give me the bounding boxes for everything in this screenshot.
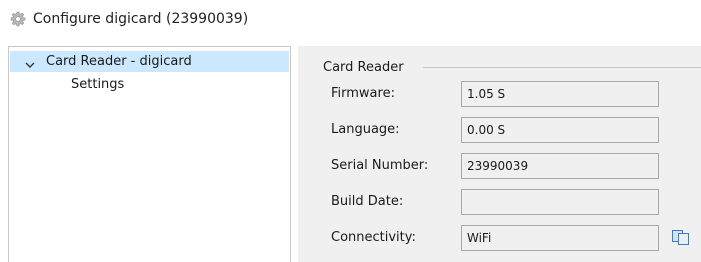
window-title-bar: Configure digicard (23990039): [10, 8, 248, 30]
firmware-field[interactable]: 1.05 S: [461, 81, 659, 107]
gear-icon: [10, 11, 26, 27]
build-date-field[interactable]: [461, 189, 659, 215]
settings-panel: Card Reader Firmware: 1.05 S Language: 0…: [298, 46, 701, 262]
serial-number-field[interactable]: 23990039: [461, 153, 659, 179]
connectivity-field[interactable]: WiFi: [461, 225, 659, 251]
serial-number-label: Serial Number:: [331, 158, 429, 173]
group-label-card-reader: Card Reader: [323, 60, 410, 75]
chevron-down-icon[interactable]: [24, 56, 36, 68]
language-label: Language:: [331, 122, 400, 137]
tree-item-label: Card Reader - digicard: [46, 54, 192, 69]
tree-panel: Card Reader - digicard Settings: [8, 46, 291, 262]
firmware-label: Firmware:: [331, 86, 395, 101]
copy-icon[interactable]: [670, 228, 692, 246]
tree-item-settings[interactable]: Settings: [71, 77, 124, 92]
language-field[interactable]: 0.00 S: [461, 117, 659, 143]
tree-item-card-reader[interactable]: Card Reader - digicard: [10, 51, 289, 72]
group-divider: [423, 67, 701, 68]
window-title: Configure digicard (23990039): [33, 11, 249, 27]
connectivity-label: Connectivity:: [331, 230, 416, 245]
build-date-label: Build Date:: [331, 194, 404, 209]
